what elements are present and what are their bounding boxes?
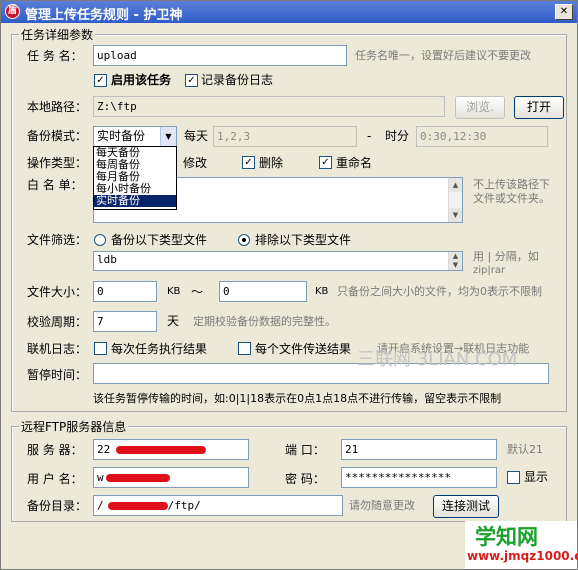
file-types-hint-line2: zip|rar bbox=[473, 265, 506, 276]
delete-label: 删除 bbox=[259, 156, 284, 170]
scroll-down-icon[interactable]: ▼ bbox=[449, 261, 462, 270]
open-button[interactable]: 打开 bbox=[514, 96, 564, 119]
each-file-result-checkbox[interactable] bbox=[238, 342, 251, 355]
server-label: 服 务 器： bbox=[27, 443, 83, 457]
verify-period-label: 校验周期： bbox=[27, 315, 88, 329]
redaction-mark bbox=[106, 474, 170, 482]
local-path-label: 本地路径： bbox=[27, 100, 88, 114]
backup-dir-input[interactable]: / /ftp/ bbox=[93, 495, 343, 516]
show-password-checkbox[interactable] bbox=[507, 471, 520, 484]
verify-period-hint: 定期校验备份数据的完整性。 bbox=[193, 315, 336, 328]
file-filter-label: 文件筛选： bbox=[27, 233, 88, 247]
file-types-hint-line1: 用 | 分隔，如 bbox=[473, 250, 539, 263]
log-backup-label: 记录备份日志 bbox=[201, 73, 274, 87]
file-size-max-unit: KB bbox=[315, 286, 329, 297]
scroll-down-icon[interactable]: ▼ bbox=[449, 208, 462, 222]
enable-task-checkbox[interactable]: ✓ bbox=[94, 74, 107, 87]
brand-watermark: 学知网 www.jmqz1000.com bbox=[465, 521, 578, 569]
shield-icon: 盾 bbox=[5, 4, 20, 19]
log-backup-checkbox[interactable]: ✓ bbox=[185, 74, 198, 87]
dialog-window: 盾 管理上传任务规则 - 护卫神 ✕ 任务详细参数 任 务 名： upload … bbox=[0, 0, 578, 570]
include-types-label: 备份以下类型文件 bbox=[111, 233, 208, 247]
server-value: 22 bbox=[97, 443, 111, 456]
pause-time-description: 该任务暂停传输的时间，如:0|1|18表示在0点1点18点不进行传输，留空表示不… bbox=[93, 392, 502, 405]
show-password-label: 显示 bbox=[524, 470, 549, 484]
scroll-up-icon[interactable]: ▲ bbox=[449, 178, 462, 192]
backup-dir-hint: 请勿随意更改 bbox=[349, 499, 415, 512]
file-size-min-input[interactable]: 0 bbox=[93, 281, 157, 302]
verify-period-unit: 天 bbox=[167, 314, 180, 328]
watermark-text: 三联网 3LIAN.COM bbox=[357, 349, 518, 370]
exclude-types-label: 排除以下类型文件 bbox=[255, 233, 352, 247]
days-input[interactable]: 1,2,3 bbox=[213, 126, 357, 147]
file-types-input[interactable]: ldb ▲ ▼ bbox=[93, 251, 463, 271]
exclude-types-radio[interactable] bbox=[238, 234, 250, 246]
backup-mode-dropdown: 每天备份 每周备份 每月备份 每小时备份 实时备份 bbox=[93, 146, 177, 210]
verify-period-input[interactable]: 7 bbox=[93, 311, 157, 332]
connection-test-button[interactable]: 连接测试 bbox=[433, 495, 499, 518]
backup-mode-select[interactable]: 实时备份 ▼ bbox=[93, 126, 177, 147]
backup-mode-label: 备份模式： bbox=[27, 129, 88, 143]
file-types-scrollbar[interactable]: ▲ ▼ bbox=[448, 252, 462, 270]
whitelist-scrollbar[interactable]: ▲ ▼ bbox=[448, 178, 462, 222]
username-label: 用 户 名： bbox=[27, 472, 83, 486]
daily-label: 每天 bbox=[184, 129, 209, 143]
local-path-input[interactable]: Z:\ftp bbox=[93, 96, 445, 117]
backup-dir-suffix: /ftp/ bbox=[167, 499, 201, 512]
dropdown-option-selected[interactable]: 实时备份 bbox=[94, 195, 176, 207]
backup-dir-label: 备份目录： bbox=[27, 499, 88, 513]
rename-label: 重命名 bbox=[336, 156, 373, 170]
ftp-server-legend: 远程FTP服务器信息 bbox=[19, 418, 129, 435]
pause-time-label: 暂停时间： bbox=[27, 368, 88, 382]
task-details-legend: 任务详细参数 bbox=[19, 26, 96, 43]
port-hint: 默认21 bbox=[507, 443, 543, 456]
username-input[interactable]: w bbox=[93, 467, 249, 488]
password-input[interactable]: **************** bbox=[341, 467, 497, 488]
server-input[interactable]: 22 bbox=[93, 439, 249, 460]
include-types-radio[interactable] bbox=[94, 234, 106, 246]
redaction-mark bbox=[108, 502, 168, 510]
file-types-value: ldb bbox=[97, 253, 117, 266]
brand-url: www.jmqz1000.com bbox=[467, 549, 578, 563]
backup-mode-value: 实时备份 bbox=[97, 129, 146, 143]
rename-checkbox[interactable]: ✓ bbox=[319, 156, 332, 169]
file-size-label: 文件大小： bbox=[27, 285, 88, 299]
enable-task-label: 启用该任务 bbox=[111, 73, 172, 87]
task-name-input[interactable]: upload bbox=[93, 45, 347, 66]
file-size-min-unit: KB bbox=[167, 286, 181, 297]
chevron-down-icon[interactable]: ▼ bbox=[160, 127, 176, 146]
each-task-result-label: 每次任务执行结果 bbox=[111, 342, 208, 356]
file-size-max-input[interactable]: 0 bbox=[219, 281, 307, 302]
each-file-result-label: 每个文件传送结果 bbox=[255, 342, 352, 356]
redaction-mark bbox=[116, 446, 206, 454]
operation-type-label: 操作类型： bbox=[27, 156, 88, 170]
modify-label: 修改 bbox=[183, 156, 208, 170]
time-label: 时分 bbox=[385, 129, 410, 143]
window-title: 管理上传任务规则 - 护卫神 bbox=[25, 8, 183, 23]
username-value: w bbox=[97, 471, 104, 484]
time-input[interactable]: 0:30,12:30 bbox=[416, 126, 548, 147]
task-name-label: 任 务 名： bbox=[27, 49, 83, 63]
browse-button[interactable]: 浏览. bbox=[455, 96, 505, 119]
task-name-hint: 任务名唯一，设置好后建议不要更改 bbox=[355, 49, 531, 62]
range-dash: - bbox=[367, 129, 372, 143]
port-input[interactable]: 21 bbox=[341, 439, 497, 460]
port-label: 端 口： bbox=[285, 443, 325, 457]
whitelist-label: 白 名 单： bbox=[27, 178, 83, 192]
file-size-tilde: ～ bbox=[191, 285, 204, 299]
brand-title: 学知网 bbox=[475, 525, 538, 549]
scroll-up-icon[interactable]: ▲ bbox=[449, 252, 462, 261]
title-bar[interactable]: 盾 管理上传任务规则 - 护卫神 ✕ bbox=[1, 1, 577, 23]
backup-dir-prefix: / bbox=[97, 499, 104, 512]
whitelist-hint-line2: 文件或文件夹。 bbox=[473, 192, 550, 205]
file-size-hint: 只备份之间大小的文件，均为0表示不限制 bbox=[337, 285, 542, 298]
delete-checkbox[interactable]: ✓ bbox=[242, 156, 255, 169]
whitelist-hint-line1: 不上传该路径下 bbox=[473, 178, 550, 191]
each-task-result-checkbox[interactable] bbox=[94, 342, 107, 355]
online-log-label: 联机日志： bbox=[27, 342, 88, 356]
close-button[interactable]: ✕ bbox=[555, 4, 573, 20]
password-label: 密 码： bbox=[285, 472, 325, 486]
